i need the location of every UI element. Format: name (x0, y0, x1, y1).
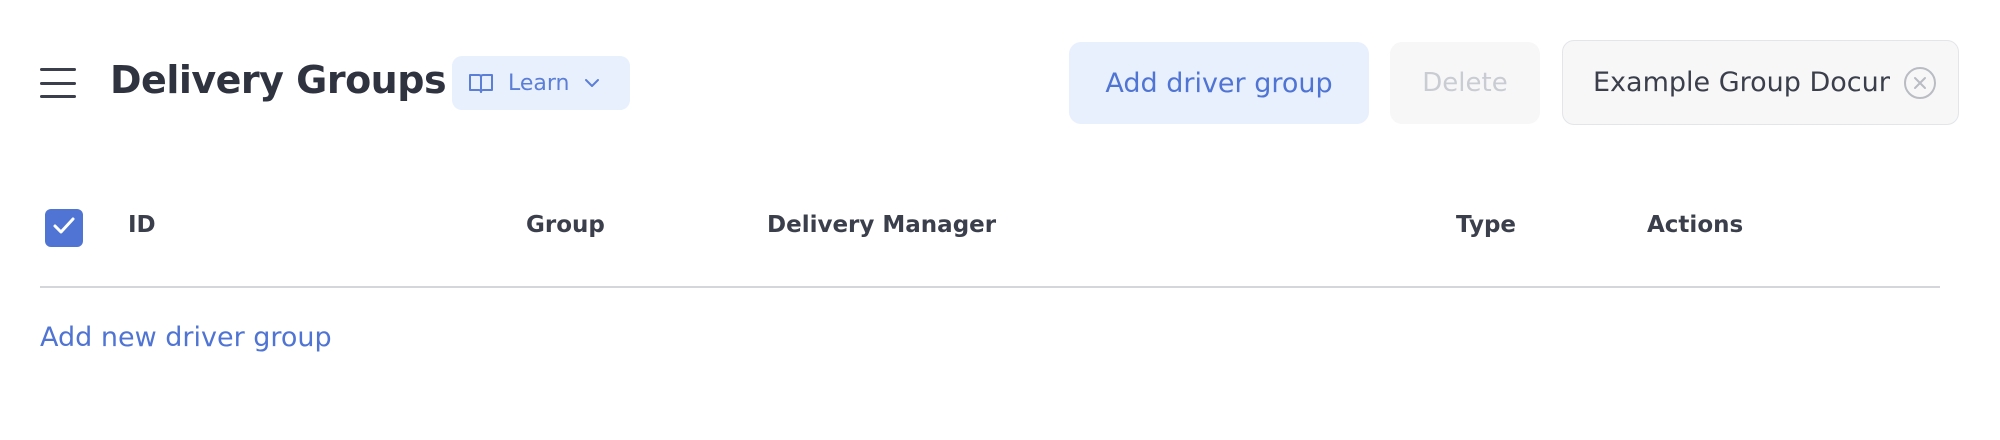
clear-circle-icon[interactable] (1904, 66, 1936, 99)
hamburger-menu-icon[interactable] (40, 68, 76, 98)
page-title: Delivery Groups (110, 58, 447, 102)
table-header-divider (40, 286, 1940, 288)
column-header-id[interactable]: ID (128, 212, 156, 238)
column-header-type[interactable]: Type (1456, 212, 1516, 238)
menu-line (40, 68, 76, 71)
delete-button: Delete (1390, 42, 1540, 124)
column-header-group[interactable]: Group (526, 212, 605, 238)
add-driver-group-button[interactable]: Add driver group (1069, 42, 1369, 124)
book-icon (468, 72, 494, 94)
menu-line (40, 95, 76, 98)
learn-button[interactable]: Learn (452, 56, 630, 110)
chevron-down-icon (584, 78, 600, 88)
select-all-checkbox[interactable] (45, 209, 83, 247)
menu-line (40, 81, 76, 85)
learn-label: Learn (508, 70, 570, 96)
document-selector[interactable]: Example Group Document (1562, 40, 1959, 125)
column-header-delivery-manager[interactable]: Delivery Manager (767, 212, 996, 238)
add-new-driver-group-link[interactable]: Add new driver group (40, 322, 332, 353)
column-header-actions: Actions (1647, 212, 1744, 238)
document-value: Example Group Document (1593, 67, 1890, 98)
checkmark-icon (52, 216, 76, 240)
